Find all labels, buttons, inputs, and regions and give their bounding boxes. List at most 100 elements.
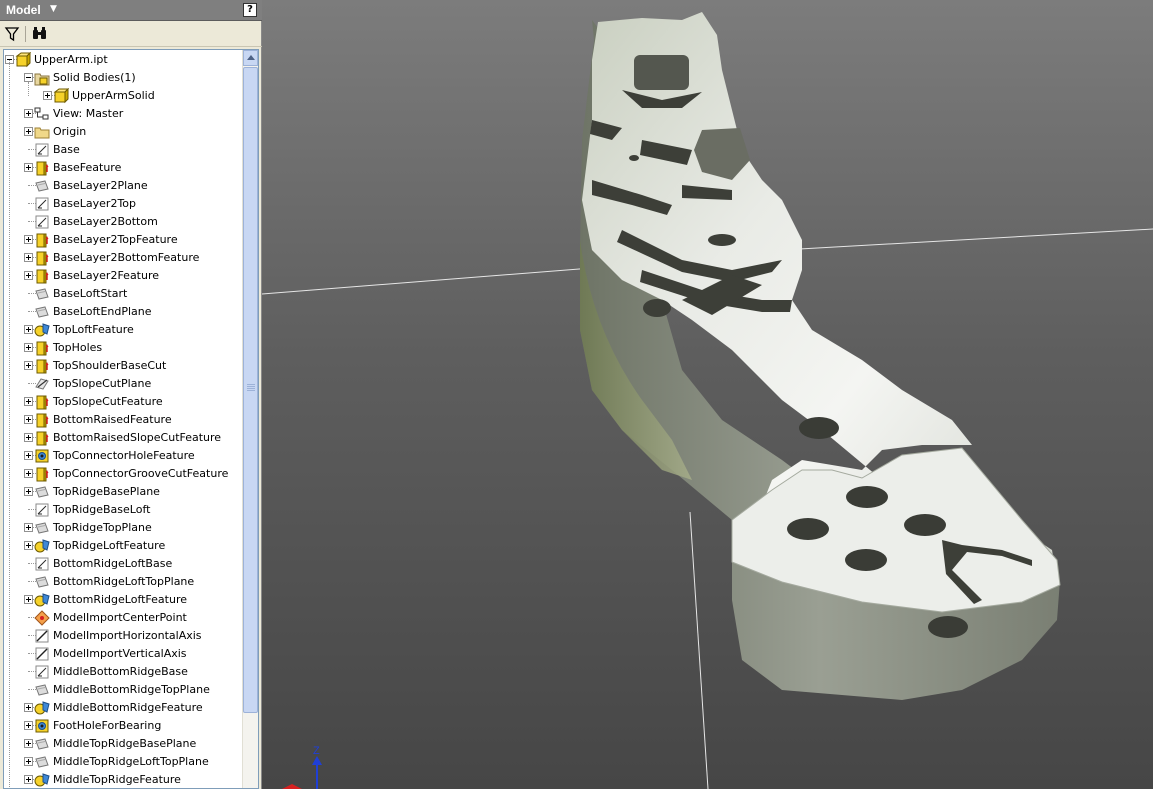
expand-icon[interactable]: [24, 523, 33, 532]
tree-item[interactable]: TopRidgeBaseLoft: [4, 501, 244, 519]
panel-title-dropdown[interactable]: Model: [6, 3, 41, 17]
work-plane-icon: [34, 574, 50, 590]
collapse-icon[interactable]: [24, 73, 33, 82]
tree-item[interactable]: ModelImportHorizontalAxis: [4, 627, 244, 645]
expand-icon[interactable]: [24, 415, 33, 424]
tree-connector: [9, 60, 10, 788]
x-axis-arrow-icon: [282, 784, 302, 789]
tree-item[interactable]: BottomRidgeLoftBase: [4, 555, 244, 573]
tree-item[interactable]: BaseLayer2Top: [4, 195, 244, 213]
tree-item[interactable]: BaseLoftStart: [4, 285, 244, 303]
model-tree[interactable]: UpperArm.ipt Solid Bodies(1) UpperArmSolid…: [3, 49, 259, 789]
tree-item[interactable]: BottomRidgeLoftFeature: [4, 591, 244, 609]
z-axis-label: Z: [313, 745, 320, 757]
expand-icon[interactable]: [24, 775, 33, 784]
tree-item-label: BaseLoftEndPlane: [53, 305, 152, 318]
tree-item[interactable]: MiddleBottomRidgeTopPlane: [4, 681, 244, 699]
tree-item[interactable]: TopRidgeTopPlane: [4, 519, 244, 537]
scroll-up-button[interactable]: [243, 50, 258, 66]
sketch-icon: [34, 556, 50, 572]
tree-item[interactable]: MiddleTopRidgeFeature: [4, 771, 244, 788]
tree-item[interactable]: TopSlopeCutPlane: [4, 375, 244, 393]
tree-item[interactable]: TopSlopeCutFeature: [4, 393, 244, 411]
tree-item[interactable]: BottomRidgeLoftTopPlane: [4, 573, 244, 591]
tree-item[interactable]: BaseLayer2Bottom: [4, 213, 244, 231]
tree-item[interactable]: BaseLoftEndPlane: [4, 303, 244, 321]
expand-icon[interactable]: [24, 109, 33, 118]
filter-button[interactable]: [3, 25, 23, 43]
expand-icon[interactable]: [24, 271, 33, 280]
tree-item[interactable]: MiddleBottomRidgeFeature: [4, 699, 244, 717]
part-hole: [845, 549, 887, 571]
expand-icon[interactable]: [24, 235, 33, 244]
expand-icon[interactable]: [24, 325, 33, 334]
expand-icon[interactable]: [24, 343, 33, 352]
tree-item-label: BottomRidgeLoftBase: [53, 557, 173, 570]
expand-icon[interactable]: [24, 487, 33, 496]
tree-item-label: BottomRidgeLoftFeature: [53, 593, 188, 606]
tree-item[interactable]: TopRidgeBasePlane: [4, 483, 244, 501]
tree-item[interactable]: Solid Bodies(1): [4, 69, 244, 87]
tree-item[interactable]: ModelImportCenterPoint: [4, 609, 244, 627]
sketch-icon: [34, 196, 50, 212]
tree-item[interactable]: TopConnectorHoleFeature: [4, 447, 244, 465]
expand-icon[interactable]: [24, 595, 33, 604]
tree-item[interactable]: BaseLayer2TopFeature: [4, 231, 244, 249]
tree-item[interactable]: MiddleBottomRidgeBase: [4, 663, 244, 681]
tree-item-label: TopShoulderBaseCut: [53, 359, 167, 372]
expand-icon[interactable]: [24, 721, 33, 730]
expand-icon[interactable]: [24, 541, 33, 550]
tree-item-label: MiddleBottomRidgeTopPlane: [53, 683, 210, 696]
expand-icon[interactable]: [24, 703, 33, 712]
graphics-viewport[interactable]: Z: [262, 0, 1153, 789]
tree-item[interactable]: View: Master: [4, 105, 244, 123]
tree-item-label: BottomRaisedFeature: [53, 413, 172, 426]
tree-item-label: MiddleBottomRidgeFeature: [53, 701, 203, 714]
tree-item[interactable]: TopShoulderBaseCut: [4, 357, 244, 375]
tree-item[interactable]: TopRidgeLoftFeature: [4, 537, 244, 555]
tree-item[interactable]: TopConnectorGrooveCutFeature: [4, 465, 244, 483]
tree-item[interactable]: BottomRaisedSlopeCutFeature: [4, 429, 244, 447]
find-button[interactable]: [30, 25, 50, 43]
expand-icon[interactable]: [24, 739, 33, 748]
expand-icon[interactable]: [43, 91, 52, 100]
tree-item-label: TopLoftFeature: [53, 323, 134, 336]
tree-item-label: MiddleTopRidgeLoftTopPlane: [53, 755, 209, 768]
chevron-down-icon[interactable]: ▼: [50, 4, 57, 14]
tree-scrollbar[interactable]: [242, 50, 258, 788]
tree-item[interactable]: UpperArmSolid: [4, 87, 244, 105]
expand-icon[interactable]: [24, 433, 33, 442]
tree-item[interactable]: MiddleTopRidgeLoftTopPlane: [4, 753, 244, 771]
tree-item[interactable]: FootHoleForBearing: [4, 717, 244, 735]
help-button[interactable]: ?: [243, 3, 257, 17]
tree-item[interactable]: TopHoles: [4, 339, 244, 357]
expand-icon[interactable]: [24, 163, 33, 172]
tree-item[interactable]: ModelImportVerticalAxis: [4, 645, 244, 663]
tree-item[interactable]: Base: [4, 141, 244, 159]
tree-item[interactable]: BaseLayer2BottomFeature: [4, 249, 244, 267]
tree-item[interactable]: BaseLayer2Feature: [4, 267, 244, 285]
expand-icon[interactable]: [24, 127, 33, 136]
view-rep-icon: [34, 106, 50, 122]
tree-rows: UpperArm.ipt Solid Bodies(1) UpperArmSolid…: [4, 51, 244, 788]
tree-item-label: BaseLayer2Top: [53, 197, 137, 210]
expand-icon[interactable]: [24, 451, 33, 460]
expand-icon[interactable]: [24, 757, 33, 766]
work-plane-icon: [34, 484, 50, 500]
expand-icon[interactable]: [24, 469, 33, 478]
tree-item-label: BottomRidgeLoftTopPlane: [53, 575, 195, 588]
expand-icon[interactable]: [24, 253, 33, 262]
expand-icon[interactable]: [24, 361, 33, 370]
expand-icon[interactable]: [24, 397, 33, 406]
tree-item-label: MiddleTopRidgeBasePlane: [53, 737, 197, 750]
tree-item[interactable]: UpperArm.ipt: [4, 51, 244, 69]
tree-item[interactable]: BottomRaisedFeature: [4, 411, 244, 429]
tree-item[interactable]: TopLoftFeature: [4, 321, 244, 339]
tree-connector: [28, 82, 29, 96]
tree-item[interactable]: BaseLayer2Plane: [4, 177, 244, 195]
scroll-thumb[interactable]: [243, 67, 258, 713]
tree-item[interactable]: MiddleTopRidgeBasePlane: [4, 735, 244, 753]
tree-item[interactable]: Origin: [4, 123, 244, 141]
tree-item[interactable]: BaseFeature: [4, 159, 244, 177]
loft-icon: [34, 772, 50, 788]
